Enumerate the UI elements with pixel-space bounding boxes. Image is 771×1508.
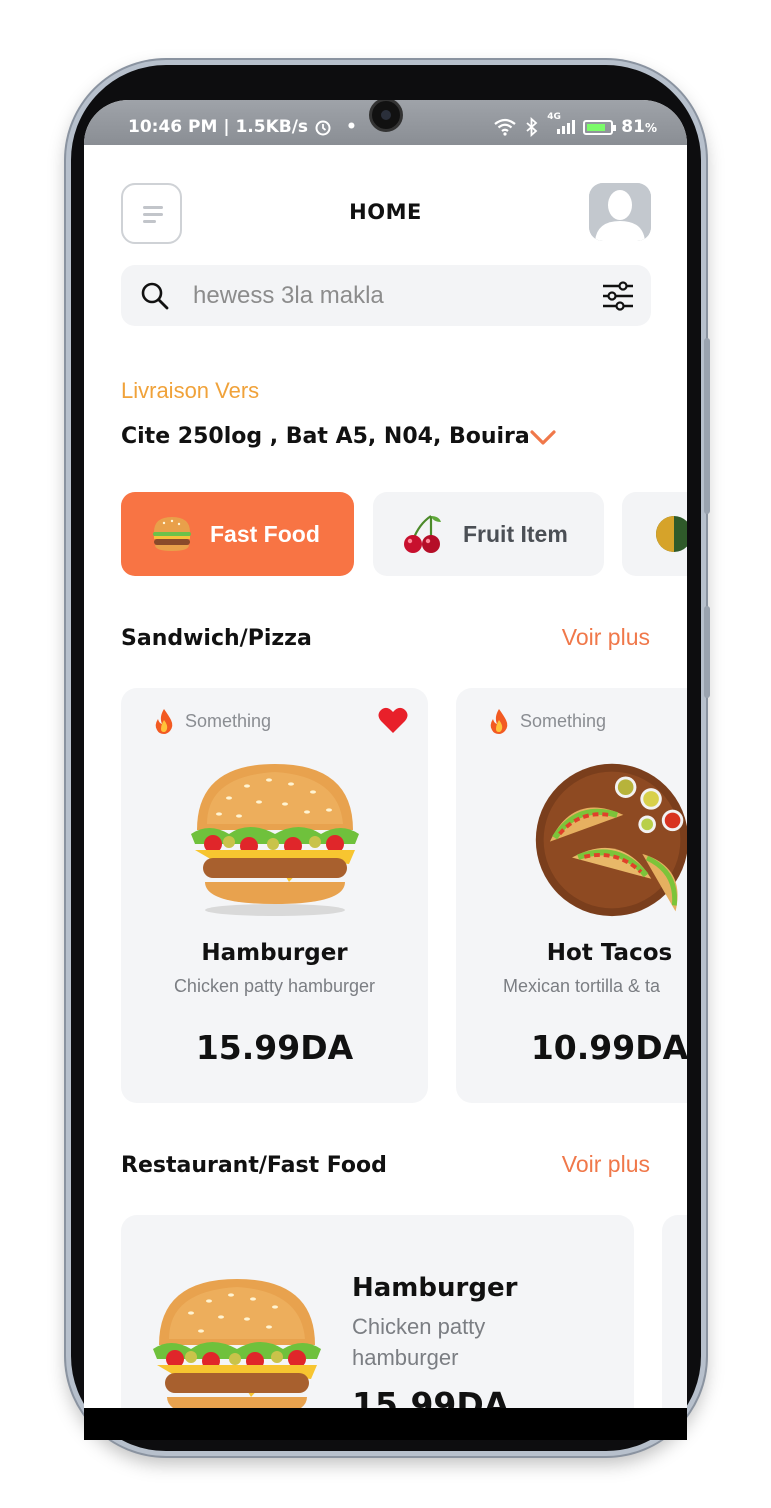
- category-veggie[interactable]: [622, 492, 687, 576]
- network-type: 4G: [547, 112, 561, 122]
- category-fast-food[interactable]: Fast Food: [121, 492, 354, 576]
- veggie-emoji-icon: [656, 516, 687, 552]
- fire-icon: [155, 709, 173, 734]
- heart-icon[interactable]: [378, 706, 408, 734]
- see-more-link[interactable]: Voir plus: [562, 624, 650, 651]
- tacos-image: [535, 763, 687, 917]
- chevron-down-icon[interactable]: [529, 428, 557, 448]
- status-time: 10:46 PM | 1.5KB/s: [128, 117, 309, 137]
- restaurant-item-price: 15.99DA: [352, 1385, 510, 1408]
- product-tag-label: Something: [520, 710, 607, 731]
- battery-percent: 81: [621, 117, 645, 137]
- user-icon: [589, 183, 651, 241]
- status-bar: 10:46 PM | 1.5KB/s • 4G 81%: [84, 100, 687, 145]
- search-icon[interactable]: [140, 281, 170, 311]
- wifi-icon: [494, 118, 516, 136]
- product-tag-label: Something: [185, 710, 272, 731]
- search-input[interactable]: [193, 277, 573, 315]
- app-screen: 10:46 PM | 1.5KB/s • 4G 81% HOME hewess …: [84, 100, 687, 1408]
- product-card[interactable]: Something Hamburger Chicken patty hambur…: [121, 688, 428, 1103]
- power-button: [704, 606, 710, 698]
- battery-level: 81%: [621, 117, 657, 137]
- delivery-label: Livraison Vers: [121, 378, 260, 403]
- product-price: 15.99DA: [195, 1028, 354, 1067]
- fire-icon: [490, 709, 508, 734]
- product-name: Hamburger: [201, 940, 348, 966]
- hamburger-image: [153, 1279, 321, 1408]
- signal-icon: 4G: [547, 112, 576, 134]
- product-description: Chicken patty hamburger: [173, 976, 376, 996]
- restaurant-item-description: Chicken patty hamburger: [352, 1314, 486, 1370]
- section-title-restaurant: Restaurant/Fast Food: [121, 1153, 387, 1178]
- product-tag: Something: [153, 708, 271, 734]
- status-left: 10:46 PM | 1.5KB/s •: [128, 117, 357, 137]
- product-description: Mexican tortilla & ta: [503, 976, 661, 996]
- delivery-address[interactable]: Cite 250log , Bat A5, N04, Bouira: [121, 424, 530, 449]
- restaurant-card[interactable]: Hamburger Chicken patty hamburger 15.99D…: [121, 1215, 634, 1408]
- category-label: Fast Food: [210, 520, 320, 547]
- product-price: 10.99DA: [530, 1028, 687, 1067]
- product-tag: Something: [488, 708, 606, 734]
- cherry-emoji-icon: [404, 515, 441, 553]
- product-card[interactable]: Something Hot Tacos Mexican tortilla & t…: [456, 688, 687, 1103]
- avatar[interactable]: [589, 183, 651, 241]
- burger-emoji-icon: [153, 517, 191, 551]
- filter-icon[interactable]: [601, 281, 635, 311]
- restaurant-card[interactable]: [662, 1215, 687, 1408]
- alarm-icon: [315, 120, 331, 136]
- battery-icon: [583, 119, 617, 135]
- product-name: Hot Tacos: [546, 940, 673, 966]
- volume-button: [704, 338, 710, 514]
- hamburger-image: [191, 764, 359, 916]
- dot-indicator: •: [346, 117, 357, 137]
- search-bar: [121, 265, 651, 326]
- see-more-link[interactable]: Voir plus: [562, 1151, 650, 1178]
- front-camera: [369, 100, 403, 132]
- bluetooth-icon: [526, 117, 538, 137]
- status-right: 4G 81%: [493, 112, 657, 137]
- category-fruit-item[interactable]: Fruit Item: [373, 492, 604, 576]
- restaurant-item-name: Hamburger: [352, 1273, 518, 1303]
- category-label: Fruit Item: [463, 520, 568, 547]
- section-title-sandwich: Sandwich/Pizza: [121, 626, 312, 651]
- battery-unit: %: [644, 121, 657, 135]
- bottom-bezel: [84, 1408, 687, 1440]
